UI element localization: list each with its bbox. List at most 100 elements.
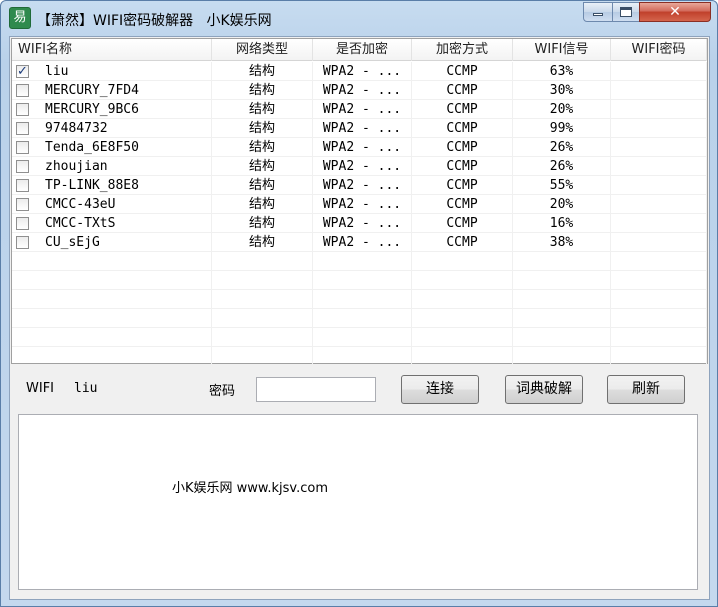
wifi-label: WIFI (26, 381, 54, 396)
minimize-icon (593, 13, 603, 16)
signal-cell: 30% (513, 81, 611, 100)
output-textarea[interactable]: 小K娱乐网 www.kjsv.com (18, 414, 698, 590)
wifi-name: zhoujian (45, 159, 108, 174)
row-checkbox[interactable] (16, 179, 29, 192)
column-header-password[interactable]: WIFI密码 (611, 39, 707, 61)
network-type-cell: 结构 (212, 119, 313, 138)
wifi-password-cell (611, 233, 707, 252)
row-checkbox[interactable] (16, 236, 29, 249)
encryption-cell: WPA2 - ... (313, 81, 412, 100)
empty-row (12, 252, 707, 271)
encryption-method-cell: CCMP (412, 62, 513, 81)
wifi-name: liu (45, 64, 69, 79)
table-row[interactable]: CMCC-43eU 结构 WPA2 - ... CCMP 20% (12, 195, 707, 214)
encryption-method-cell: CCMP (412, 157, 513, 176)
minimize-button[interactable] (583, 2, 613, 22)
row-checkbox[interactable] (16, 160, 29, 173)
network-type-cell: 结构 (212, 62, 313, 81)
network-type-cell: 结构 (212, 233, 313, 252)
empty-row (12, 309, 707, 328)
wifi-list[interactable]: WIFI名称 网络类型 是否加密 加密方式 WIFI信号 WIFI密码 ✓ liu… (11, 38, 708, 366)
row-checkbox[interactable] (16, 122, 29, 135)
wifi-password-cell (611, 100, 707, 119)
row-checkbox[interactable] (16, 103, 29, 116)
row-checkbox[interactable] (16, 84, 29, 97)
selected-wifi-value: liu (74, 381, 98, 396)
wifi-name: CMCC-43eU (45, 197, 116, 212)
close-button[interactable]: ✕ (639, 2, 711, 22)
network-type-cell: 结构 (212, 195, 313, 214)
table-row[interactable]: Tenda_6E8F50 结构 WPA2 - ... CCMP 26% (12, 138, 707, 157)
table-row[interactable]: CMCC-TXtS 结构 WPA2 - ... CCMP 16% (12, 214, 707, 233)
signal-cell: 63% (513, 62, 611, 81)
column-header-encrypted[interactable]: 是否加密 (313, 39, 412, 61)
wifi-name-cell: ✓ liu (12, 62, 212, 81)
column-header-method[interactable]: 加密方式 (412, 39, 513, 61)
signal-cell: 55% (513, 176, 611, 195)
encryption-method-cell: CCMP (412, 100, 513, 119)
encryption-cell: WPA2 - ... (313, 157, 412, 176)
encryption-cell: WPA2 - ... (313, 195, 412, 214)
wifi-password-cell (611, 157, 707, 176)
encryption-cell: WPA2 - ... (313, 62, 412, 81)
signal-cell: 20% (513, 100, 611, 119)
wifi-password-cell (611, 138, 707, 157)
connect-button[interactable]: 连接 (401, 375, 479, 404)
encryption-method-cell: CCMP (412, 81, 513, 100)
row-checkbox[interactable]: ✓ (16, 65, 29, 78)
table-row[interactable]: CU_sEjG 结构 WPA2 - ... CCMP 38% (12, 233, 707, 252)
close-icon: ✕ (669, 4, 681, 20)
network-type-cell: 结构 (212, 214, 313, 233)
signal-cell: 26% (513, 138, 611, 157)
table-row[interactable]: ✓ liu 结构 WPA2 - ... CCMP 63% (12, 62, 707, 81)
row-checkbox[interactable] (16, 141, 29, 154)
maximize-button[interactable] (612, 2, 640, 22)
wifi-name: Tenda_6E8F50 (45, 140, 139, 155)
network-type-cell: 结构 (212, 157, 313, 176)
encryption-method-cell: CCMP (412, 214, 513, 233)
wifi-password-cell (611, 195, 707, 214)
refresh-button[interactable]: 刷新 (607, 375, 685, 404)
table-row[interactable]: MERCURY_7FD4 结构 WPA2 - ... CCMP 30% (12, 81, 707, 100)
list-body: ✓ liu 结构 WPA2 - ... CCMP 63% MERCURY_7FD4 结构 WPA… (12, 62, 707, 366)
encryption-method-cell: CCMP (412, 119, 513, 138)
encryption-method-cell: CCMP (412, 233, 513, 252)
network-type-cell: 结构 (212, 81, 313, 100)
app-logo-icon: 易 (9, 7, 31, 29)
network-type-cell: 结构 (212, 176, 313, 195)
wifi-name-cell: TP-LINK_88E8 (12, 176, 212, 195)
wifi-name-cell: CMCC-TXtS (12, 214, 212, 233)
column-header-signal[interactable]: WIFI信号 (513, 39, 611, 61)
encryption-cell: WPA2 - ... (313, 138, 412, 157)
wifi-password-cell (611, 214, 707, 233)
wifi-name: MERCURY_9BC6 (45, 102, 139, 117)
table-row[interactable]: TP-LINK_88E8 结构 WPA2 - ... CCMP 55% (12, 176, 707, 195)
row-checkbox[interactable] (16, 217, 29, 230)
wifi-name-cell: zhoujian (12, 157, 212, 176)
password-label: 密码 (209, 384, 236, 399)
wifi-name: 97484732 (45, 121, 108, 136)
title-bar[interactable]: 易 【萧然】WIFI密码破解器 小K娱乐网 ✕ (1, 1, 717, 35)
table-row[interactable]: 97484732 结构 WPA2 - ... CCMP 99% (12, 119, 707, 138)
wifi-name: TP-LINK_88E8 (45, 178, 139, 193)
wifi-password-cell (611, 62, 707, 81)
output-text: 小K娱乐网 www.kjsv.com (172, 481, 328, 496)
signal-cell: 16% (513, 214, 611, 233)
list-header: WIFI名称 网络类型 是否加密 加密方式 WIFI信号 WIFI密码 (12, 39, 707, 61)
column-header-name[interactable]: WIFI名称 (12, 39, 212, 61)
encryption-method-cell: CCMP (412, 195, 513, 214)
table-row[interactable]: MERCURY_9BC6 结构 WPA2 - ... CCMP 20% (12, 100, 707, 119)
password-input[interactable] (256, 377, 376, 402)
column-header-type[interactable]: 网络类型 (212, 39, 313, 61)
encryption-cell: WPA2 - ... (313, 233, 412, 252)
table-row[interactable]: zhoujian 结构 WPA2 - ... CCMP 26% (12, 157, 707, 176)
wifi-name-cell: 97484732 (12, 119, 212, 138)
signal-cell: 38% (513, 233, 611, 252)
window-title: 【萧然】WIFI密码破解器 小K娱乐网 (37, 13, 272, 29)
dictionary-crack-button[interactable]: 词典破解 (505, 375, 583, 404)
empty-row (12, 271, 707, 290)
wifi-name: CMCC-TXtS (45, 216, 116, 231)
encryption-method-cell: CCMP (412, 138, 513, 157)
row-checkbox[interactable] (16, 198, 29, 211)
app-window: 易 【萧然】WIFI密码破解器 小K娱乐网 ✕ WIFI名称 网络类型 是否加密… (0, 0, 718, 607)
